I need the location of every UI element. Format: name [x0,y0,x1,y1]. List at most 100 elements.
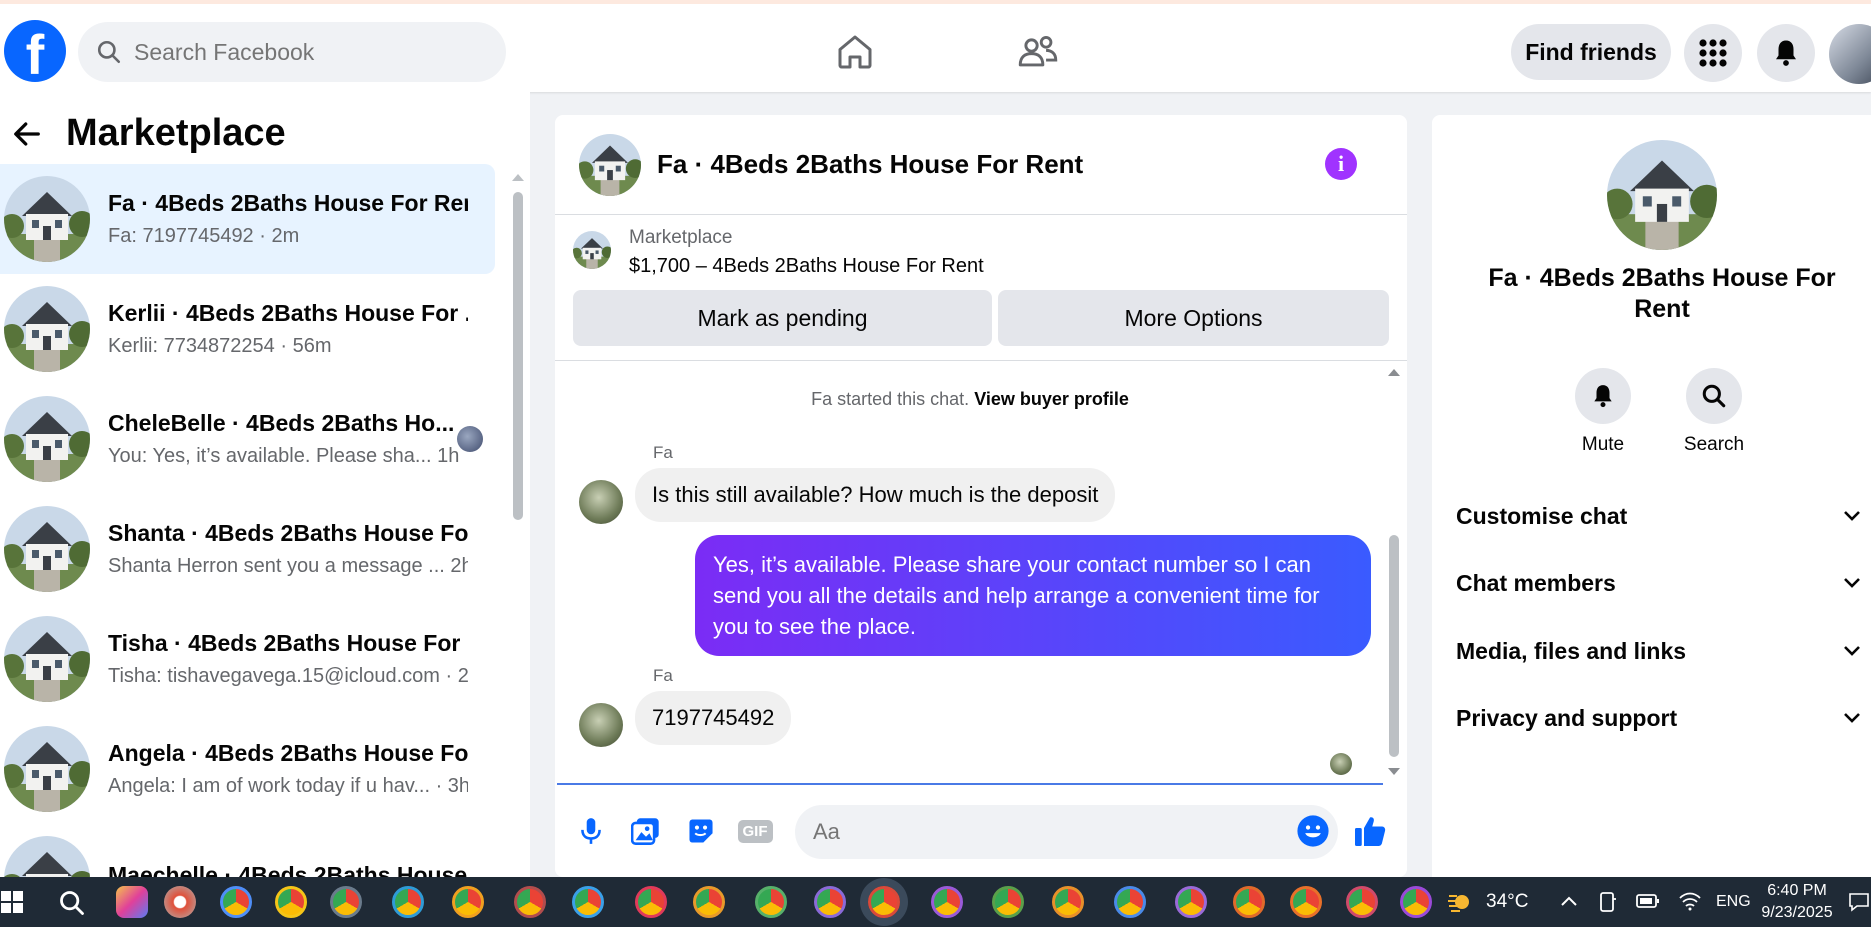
chat-header: Fa · 4Beds 2Baths House For Rent i [555,115,1407,215]
conversation-thumbnail [4,396,90,482]
conversation-preview: Tisha: tishavegavega.15@icloud.com · 2h [108,665,468,687]
chevron-up-icon[interactable] [1560,895,1578,907]
section-chat-members[interactable]: Chat members [1456,563,1861,603]
scrollbar-thumb[interactable] [1389,535,1399,757]
section-customise-chat[interactable]: Customise chat [1456,496,1861,536]
search-input[interactable] [134,38,464,66]
browser-profile-icon[interactable] [1290,886,1322,918]
microphone-icon[interactable] [573,813,609,849]
menu-grid-button[interactable] [1684,24,1742,82]
copilot-icon[interactable] [116,886,148,918]
back-arrow-icon[interactable] [12,119,42,149]
temperature[interactable]: 34°C [1486,891,1528,913]
browser-profile-icon[interactable] [1052,886,1084,918]
browser-profile-icon[interactable] [868,886,900,918]
more-options-button[interactable]: More Options [998,290,1389,346]
browser-profile-icon[interactable] [1114,886,1146,918]
listing-avatar[interactable] [1607,140,1717,250]
clock[interactable]: 6:40 PM 9/23/2025 [1757,882,1837,922]
sidebar-scrollbar[interactable] [510,170,526,870]
view-buyer-profile-link[interactable]: View buyer profile [974,389,1129,409]
sticker-icon[interactable] [683,813,719,849]
wifi-icon[interactable] [1678,891,1702,911]
device-icon[interactable] [1598,891,1618,913]
message-sender: Fa [653,443,673,462]
language-indicator[interactable]: ENG [1716,893,1751,911]
mute-action[interactable]: Mute [1553,368,1653,456]
conversation-title: Kerlii · 4Beds 2Baths House For ... [108,300,468,326]
conversation-item[interactable]: Kerlii · 4Beds 2Baths House For ... Kerli… [0,274,495,384]
thumbs-up-icon[interactable] [1352,813,1388,849]
conversation-text: Shanta · 4Beds 2Baths House Fo... Shanta … [108,520,468,578]
browser-profile-icon[interactable] [931,886,963,918]
browser-profile-icon[interactable] [330,886,362,918]
weather-icon[interactable] [1446,888,1478,916]
scrollbar-thumb[interactable] [513,192,523,520]
scroll-up-icon[interactable] [1385,365,1403,379]
listing-thumbnail [573,231,611,269]
mark-as-pending-button[interactable]: Mark as pending [573,290,992,346]
conversation-item[interactable]: Shanta · 4Beds 2Baths House Fo... Shanta … [0,494,495,604]
browser-profile-icon[interactable] [275,886,307,918]
browser-profile-icon[interactable] [635,886,667,918]
chat-avatar[interactable] [579,133,641,196]
browser-profile-icon[interactable] [992,886,1024,918]
browser-profile-icon[interactable] [755,886,787,918]
paint-app-icon[interactable] [164,886,196,918]
section-label: Customise chat [1456,502,1628,529]
emoji-icon[interactable] [1295,813,1331,849]
outgoing-message[interactable]: Yes, it’s available. Please share your c… [695,535,1371,656]
conversation-item[interactable]: CheleBelle · 4Beds 2Baths Ho... You: Yes,… [0,384,495,494]
conversation-title: Tisha · 4Beds 2Baths House For ... [108,630,468,656]
message-input[interactable] [795,805,1338,859]
incoming-message[interactable]: 7197745492 [635,691,792,745]
conversation-item[interactable]: Fa · 4Beds 2Baths House For Rent Fa: 7197… [0,164,495,274]
incoming-message[interactable]: Is this still available? How much is the… [635,468,1116,522]
conversation-item[interactable]: Angela · 4Beds 2Baths House Fo... Angela:… [0,714,495,824]
scroll-up-icon[interactable] [510,170,526,184]
browser-profile-icon[interactable] [1233,886,1265,918]
gif-icon[interactable]: GIF [737,813,773,849]
search-action[interactable]: Search [1664,368,1764,456]
mute-button[interactable] [1575,368,1631,424]
facebook-logo[interactable]: f [4,20,66,82]
section-privacy-support[interactable]: Privacy and support [1456,698,1861,738]
listing-summary[interactable]: Marketplace $1,700 – 4Beds 2Baths House … [573,227,984,278]
conversation-sidebar: Marketplace Fa · 4Beds 2Baths House For … [0,92,530,922]
windows-start-icon[interactable] [0,890,24,914]
marketplace-header: Marketplace [12,112,286,155]
search-conversation-button[interactable] [1686,368,1742,424]
composer-focus-line [557,783,1383,785]
browser-profile-icon[interactable] [220,886,252,918]
chat-title[interactable]: Fa · 4Beds 2Baths House For Rent [657,149,1083,180]
browser-profile-icon[interactable] [1175,886,1207,918]
home-icon[interactable] [833,30,877,74]
sender-avatar[interactable] [579,480,623,524]
notifications-button[interactable] [1757,24,1815,82]
scroll-down-icon[interactable] [1385,765,1403,779]
conversation-thumbnail [4,506,90,592]
browser-profile-icon[interactable] [693,886,725,918]
browser-profile-icon[interactable] [1400,886,1432,918]
browser-profile-icon[interactable] [514,886,546,918]
sender-avatar[interactable] [579,703,623,747]
browser-profile-icon[interactable] [572,886,604,918]
friends-icon[interactable] [1016,30,1060,74]
find-friends-button[interactable]: Find friends [1511,24,1671,80]
conversation-thumbnail [4,176,90,262]
section-media-files-links[interactable]: Media, files and links [1456,631,1861,671]
browser-profile-icon[interactable] [392,886,424,918]
browser-profile-icon[interactable] [1346,886,1378,918]
browser-profile-icon[interactable] [814,886,846,918]
search-bar[interactable] [78,22,506,82]
profile-avatar[interactable] [1829,24,1871,84]
browser-profile-icon[interactable] [452,886,484,918]
photo-icon[interactable] [628,813,664,849]
info-icon[interactable]: i [1325,148,1357,180]
battery-icon[interactable] [1636,893,1660,909]
mute-label: Mute [1581,434,1625,455]
chat-scrollbar[interactable] [1385,365,1403,783]
taskbar-search-icon[interactable] [58,889,86,917]
notifications-icon[interactable] [1848,891,1870,913]
conversation-item[interactable]: Tisha · 4Beds 2Baths House For ... Tisha:… [0,604,495,714]
